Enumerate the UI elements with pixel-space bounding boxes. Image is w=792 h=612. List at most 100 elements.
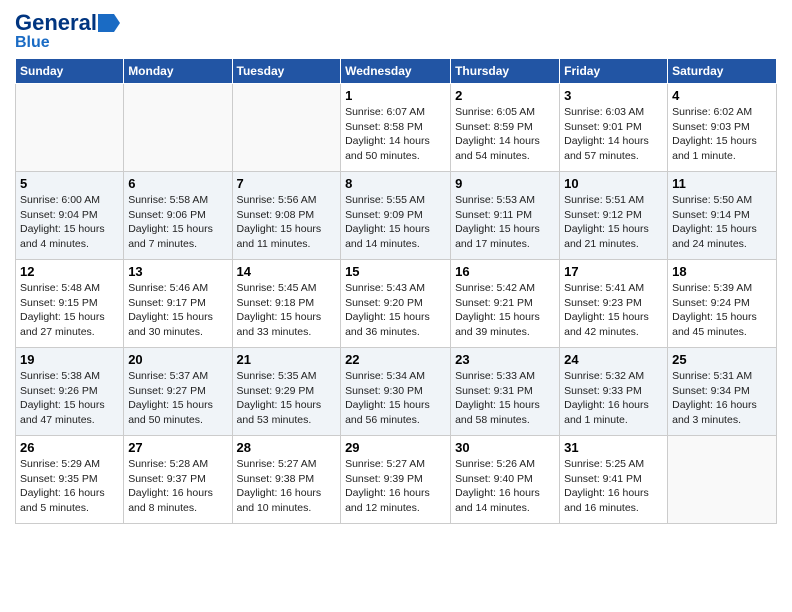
- logo: General Blue: [15, 10, 120, 52]
- calendar-cell: 29 Sunrise: 5:27 AM Sunset: 9:39 PM Dayli…: [341, 436, 451, 524]
- calendar-cell: 25 Sunrise: 5:31 AM Sunset: 9:34 PM Dayli…: [668, 348, 777, 436]
- day-info: Sunrise: 5:27 AM Sunset: 9:39 PM Dayligh…: [345, 457, 446, 516]
- day-info: Sunrise: 6:05 AM Sunset: 8:59 PM Dayligh…: [455, 105, 555, 164]
- day-number: 4: [672, 88, 772, 103]
- calendar-cell: 5 Sunrise: 6:00 AM Sunset: 9:04 PM Daylig…: [16, 172, 124, 260]
- calendar-cell: 7 Sunrise: 5:56 AM Sunset: 9:08 PM Daylig…: [232, 172, 341, 260]
- day-info: Sunrise: 5:26 AM Sunset: 9:40 PM Dayligh…: [455, 457, 555, 516]
- day-number: 29: [345, 440, 446, 455]
- calendar-cell: 23 Sunrise: 5:33 AM Sunset: 9:31 PM Dayli…: [451, 348, 560, 436]
- calendar-cell: 15 Sunrise: 5:43 AM Sunset: 9:20 PM Dayli…: [341, 260, 451, 348]
- calendar-cell: [16, 84, 124, 172]
- logo-icon: [98, 14, 120, 32]
- day-header-thursday: Thursday: [451, 59, 560, 84]
- day-info: Sunrise: 5:43 AM Sunset: 9:20 PM Dayligh…: [345, 281, 446, 340]
- calendar-cell: 2 Sunrise: 6:05 AM Sunset: 8:59 PM Daylig…: [451, 84, 560, 172]
- day-number: 10: [564, 176, 663, 191]
- day-number: 8: [345, 176, 446, 191]
- calendar-cell: 24Sunrise: 5:32 AM Sunset: 9:33 PM Dayli…: [560, 348, 668, 436]
- calendar-week-row: 12 Sunrise: 5:48 AM Sunset: 9:15 PM Dayli…: [16, 260, 777, 348]
- calendar-cell: 28Sunrise: 5:27 AM Sunset: 9:38 PM Dayli…: [232, 436, 341, 524]
- day-info: Sunrise: 5:58 AM Sunset: 9:06 PM Dayligh…: [128, 193, 227, 252]
- day-info: Sunrise: 5:55 AM Sunset: 9:09 PM Dayligh…: [345, 193, 446, 252]
- day-info: Sunrise: 5:53 AM Sunset: 9:11 PM Dayligh…: [455, 193, 555, 252]
- calendar-cell: 14Sunrise: 5:45 AM Sunset: 9:18 PM Dayli…: [232, 260, 341, 348]
- calendar-cell: 3Sunrise: 6:03 AM Sunset: 9:01 PM Daylig…: [560, 84, 668, 172]
- page-header: General Blue: [15, 10, 777, 52]
- day-header-sunday: Sunday: [16, 59, 124, 84]
- day-number: 24: [564, 352, 663, 367]
- calendar-cell: 8 Sunrise: 5:55 AM Sunset: 9:09 PM Daylig…: [341, 172, 451, 260]
- calendar-table: SundayMondayTuesdayWednesdayThursdayFrid…: [15, 58, 777, 524]
- day-number: 31: [564, 440, 663, 455]
- day-info: Sunrise: 5:56 AM Sunset: 9:08 PM Dayligh…: [237, 193, 337, 252]
- day-number: 9: [455, 176, 555, 191]
- calendar-cell: 16 Sunrise: 5:42 AM Sunset: 9:21 PM Dayli…: [451, 260, 560, 348]
- day-number: 11: [672, 176, 772, 191]
- calendar-cell: 20 Sunrise: 5:37 AM Sunset: 9:27 PM Dayli…: [124, 348, 232, 436]
- calendar-cell: 18 Sunrise: 5:39 AM Sunset: 9:24 PM Dayli…: [668, 260, 777, 348]
- calendar-week-row: 26 Sunrise: 5:29 AM Sunset: 9:35 PM Dayli…: [16, 436, 777, 524]
- day-header-saturday: Saturday: [668, 59, 777, 84]
- calendar-cell: 4Sunrise: 6:02 AM Sunset: 9:03 PM Daylig…: [668, 84, 777, 172]
- day-info: Sunrise: 5:42 AM Sunset: 9:21 PM Dayligh…: [455, 281, 555, 340]
- calendar-cell: 11 Sunrise: 5:50 AM Sunset: 9:14 PM Dayli…: [668, 172, 777, 260]
- day-info: Sunrise: 6:00 AM Sunset: 9:04 PM Dayligh…: [20, 193, 119, 252]
- day-number: 15: [345, 264, 446, 279]
- logo-blue: Blue: [15, 34, 50, 52]
- day-info: Sunrise: 5:45 AM Sunset: 9:18 PM Dayligh…: [237, 281, 337, 340]
- day-info: Sunrise: 5:29 AM Sunset: 9:35 PM Dayligh…: [20, 457, 119, 516]
- day-number: 27: [128, 440, 227, 455]
- day-info: Sunrise: 5:37 AM Sunset: 9:27 PM Dayligh…: [128, 369, 227, 428]
- day-number: 23: [455, 352, 555, 367]
- calendar-cell: 13 Sunrise: 5:46 AM Sunset: 9:17 PM Dayli…: [124, 260, 232, 348]
- day-number: 26: [20, 440, 119, 455]
- calendar-cell: 30 Sunrise: 5:26 AM Sunset: 9:40 PM Dayli…: [451, 436, 560, 524]
- day-info: Sunrise: 5:39 AM Sunset: 9:24 PM Dayligh…: [672, 281, 772, 340]
- day-info: Sunrise: 6:07 AM Sunset: 8:58 PM Dayligh…: [345, 105, 446, 164]
- day-number: 18: [672, 264, 772, 279]
- day-info: Sunrise: 6:03 AM Sunset: 9:01 PM Dayligh…: [564, 105, 663, 164]
- calendar-cell: 1 Sunrise: 6:07 AM Sunset: 8:58 PM Daylig…: [341, 84, 451, 172]
- day-number: 7: [237, 176, 337, 191]
- day-info: Sunrise: 5:46 AM Sunset: 9:17 PM Dayligh…: [128, 281, 227, 340]
- day-info: Sunrise: 5:34 AM Sunset: 9:30 PM Dayligh…: [345, 369, 446, 428]
- day-info: Sunrise: 5:48 AM Sunset: 9:15 PM Dayligh…: [20, 281, 119, 340]
- day-header-friday: Friday: [560, 59, 668, 84]
- calendar-cell: 6Sunrise: 5:58 AM Sunset: 9:06 PM Daylig…: [124, 172, 232, 260]
- calendar-cell: 17 Sunrise: 5:41 AM Sunset: 9:23 PM Dayli…: [560, 260, 668, 348]
- day-number: 5: [20, 176, 119, 191]
- calendar-cell: 9 Sunrise: 5:53 AM Sunset: 9:11 PM Daylig…: [451, 172, 560, 260]
- day-info: Sunrise: 5:25 AM Sunset: 9:41 PM Dayligh…: [564, 457, 663, 516]
- day-number: 13: [128, 264, 227, 279]
- calendar-cell: 31 Sunrise: 5:25 AM Sunset: 9:41 PM Dayli…: [560, 436, 668, 524]
- calendar-week-row: 5 Sunrise: 6:00 AM Sunset: 9:04 PM Daylig…: [16, 172, 777, 260]
- day-number: 30: [455, 440, 555, 455]
- calendar-cell: 19Sunrise: 5:38 AM Sunset: 9:26 PM Dayli…: [16, 348, 124, 436]
- day-number: 1: [345, 88, 446, 103]
- day-info: Sunrise: 5:33 AM Sunset: 9:31 PM Dayligh…: [455, 369, 555, 428]
- calendar-cell: 12 Sunrise: 5:48 AM Sunset: 9:15 PM Dayli…: [16, 260, 124, 348]
- day-header-wednesday: Wednesday: [341, 59, 451, 84]
- day-info: Sunrise: 5:28 AM Sunset: 9:37 PM Dayligh…: [128, 457, 227, 516]
- day-number: 25: [672, 352, 772, 367]
- day-header-monday: Monday: [124, 59, 232, 84]
- day-number: 2: [455, 88, 555, 103]
- day-number: 21: [237, 352, 337, 367]
- day-number: 17: [564, 264, 663, 279]
- calendar-cell: [124, 84, 232, 172]
- day-number: 16: [455, 264, 555, 279]
- day-info: Sunrise: 5:31 AM Sunset: 9:34 PM Dayligh…: [672, 369, 772, 428]
- calendar-week-row: 19Sunrise: 5:38 AM Sunset: 9:26 PM Dayli…: [16, 348, 777, 436]
- day-number: 20: [128, 352, 227, 367]
- logo-general: General: [15, 10, 97, 36]
- day-info: Sunrise: 5:50 AM Sunset: 9:14 PM Dayligh…: [672, 193, 772, 252]
- day-info: Sunrise: 5:35 AM Sunset: 9:29 PM Dayligh…: [237, 369, 337, 428]
- calendar-header-row: SundayMondayTuesdayWednesdayThursdayFrid…: [16, 59, 777, 84]
- day-number: 28: [237, 440, 337, 455]
- calendar-cell: 27 Sunrise: 5:28 AM Sunset: 9:37 PM Dayli…: [124, 436, 232, 524]
- day-number: 12: [20, 264, 119, 279]
- day-header-tuesday: Tuesday: [232, 59, 341, 84]
- day-info: Sunrise: 5:41 AM Sunset: 9:23 PM Dayligh…: [564, 281, 663, 340]
- day-info: Sunrise: 5:38 AM Sunset: 9:26 PM Dayligh…: [20, 369, 119, 428]
